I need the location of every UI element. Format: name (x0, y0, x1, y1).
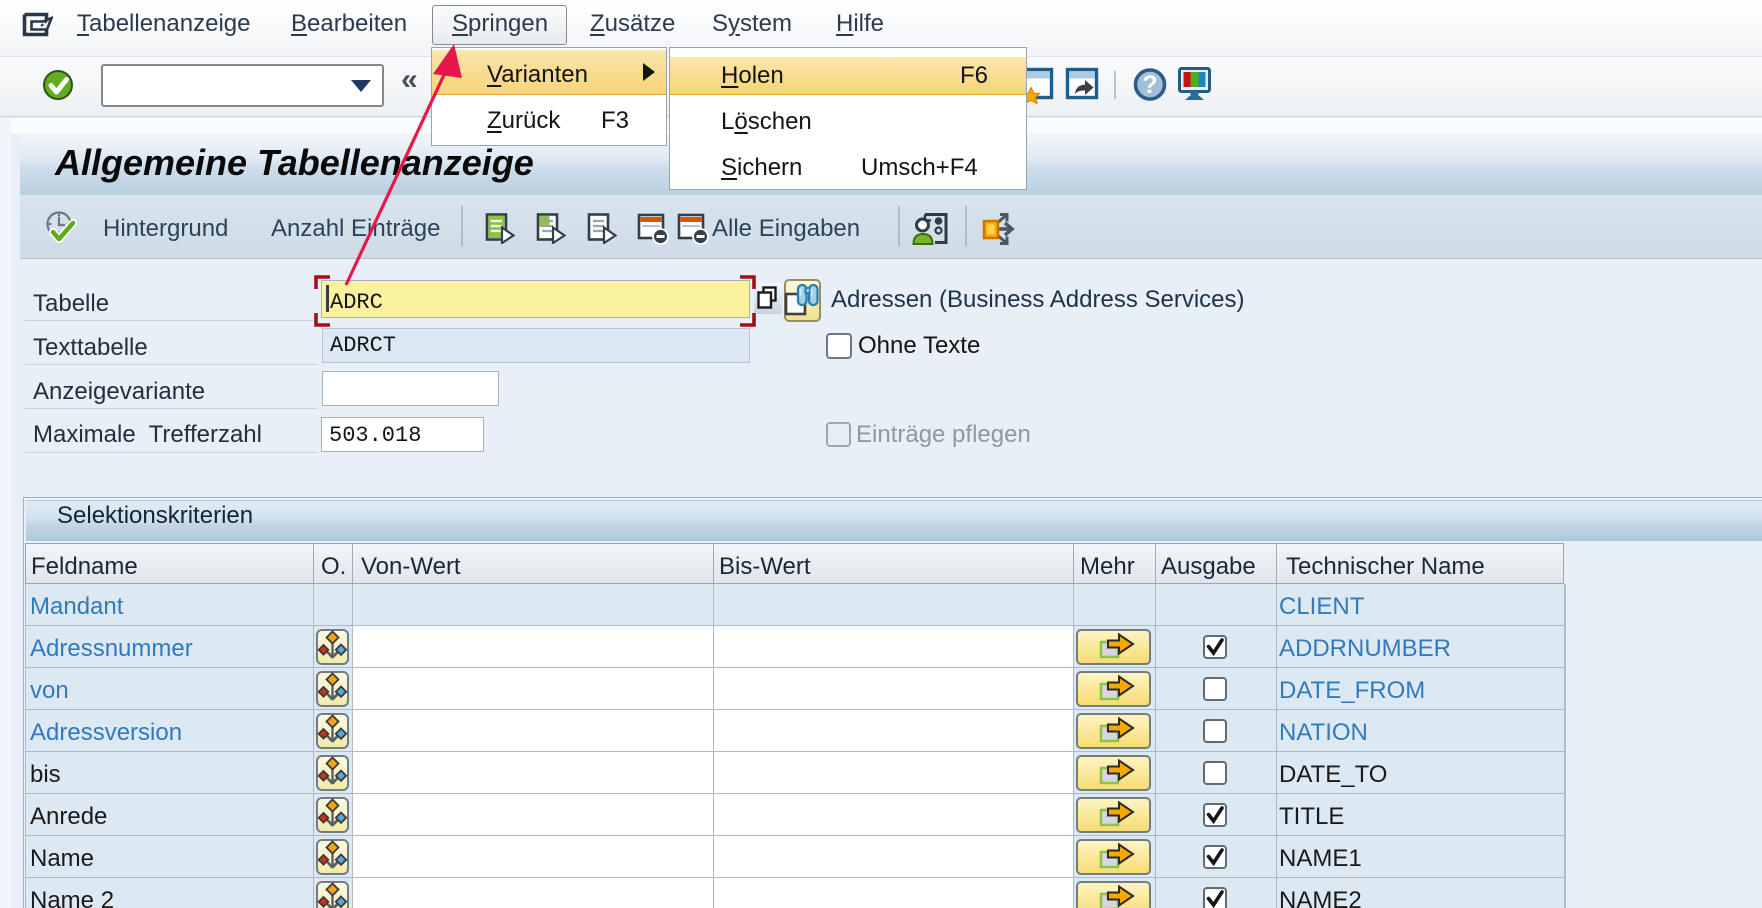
svg-text:?: ? (1142, 71, 1157, 99)
